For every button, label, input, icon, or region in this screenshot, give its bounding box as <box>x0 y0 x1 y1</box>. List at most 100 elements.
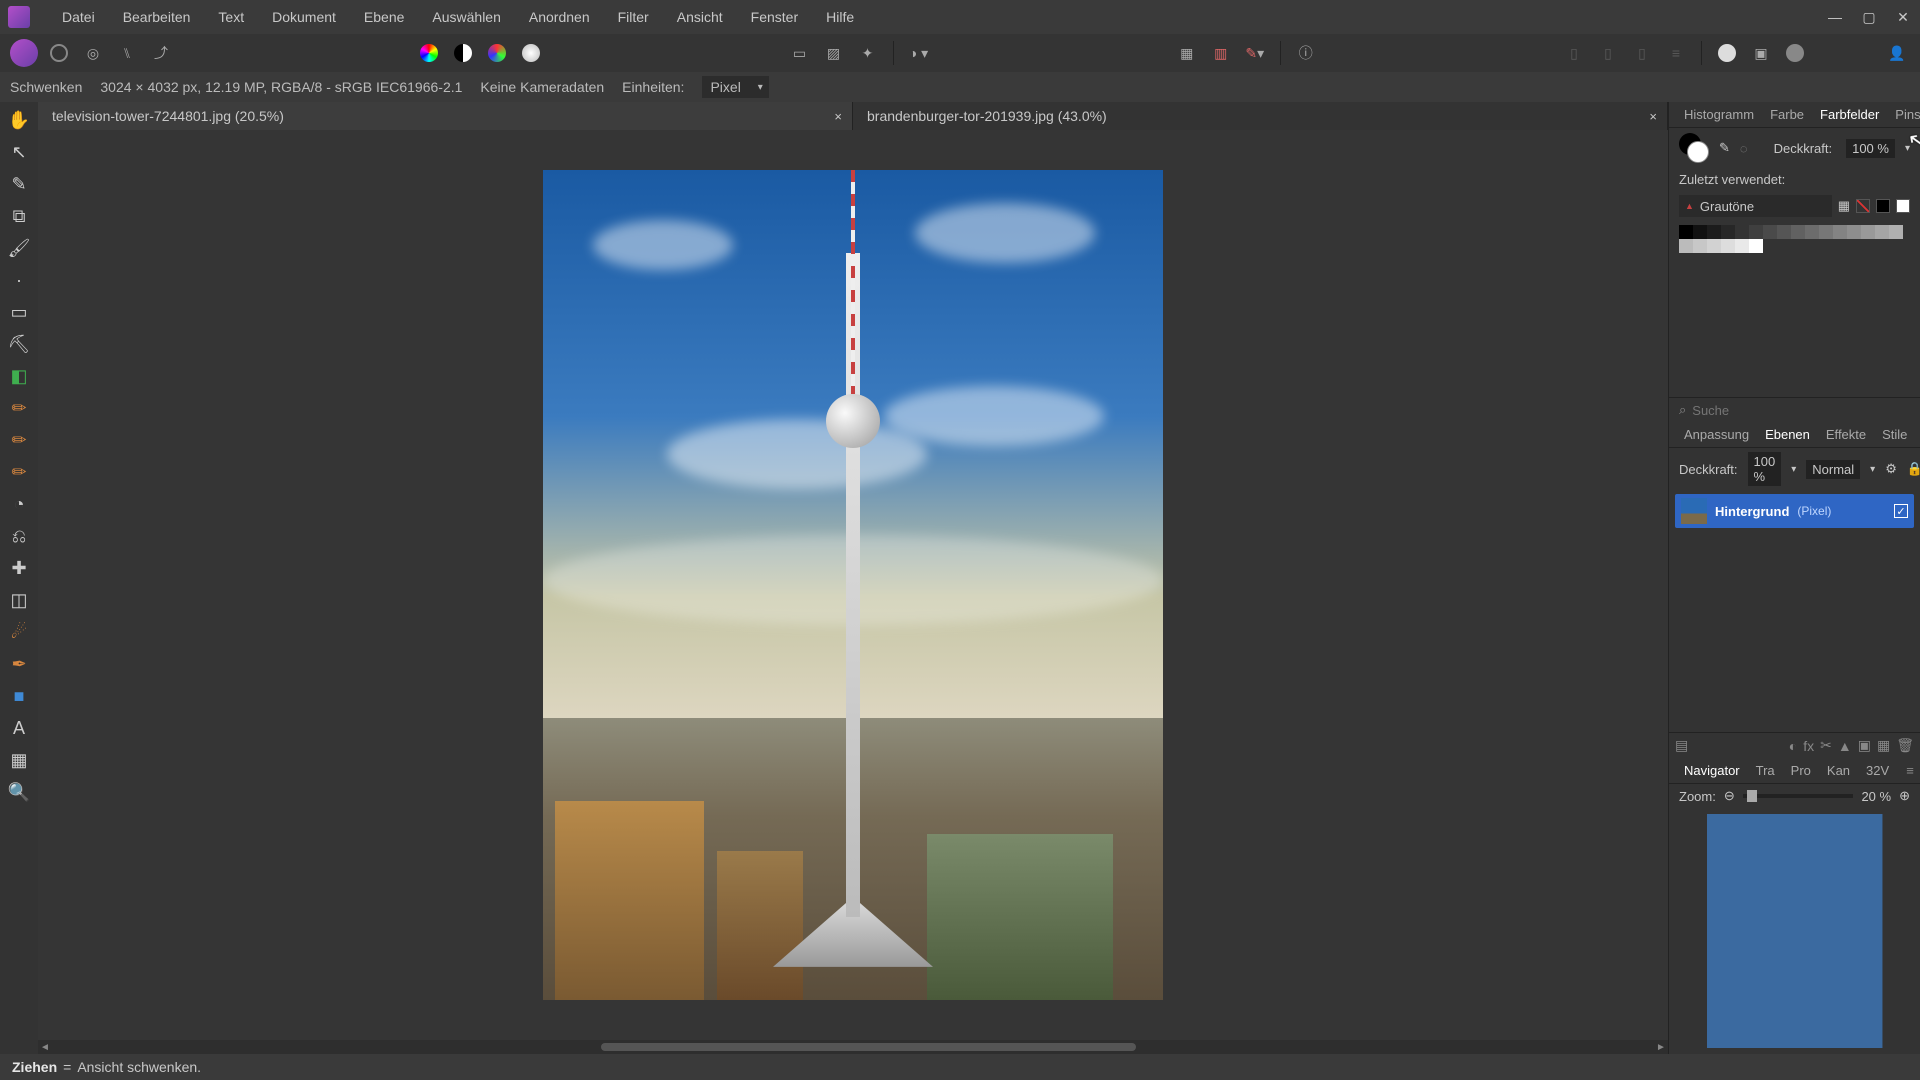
layer-row[interactable]: Hintergrund (Pixel) ✓ <box>1675 494 1914 528</box>
rgb-circle-icon[interactable] <box>484 40 510 66</box>
swatch[interactable] <box>1833 225 1847 239</box>
assistant-icon[interactable]: ⓘ <box>1293 40 1319 66</box>
blur-tool[interactable]: ◔ <box>7 492 31 516</box>
burn-tool[interactable]: ✏ <box>7 396 31 420</box>
layer-tabs-stock[interactable]: Stock <box>1916 427 1920 442</box>
zoom-tool[interactable]: 🔍 <box>7 780 31 804</box>
text-tool[interactable]: A <box>7 716 31 740</box>
crop-tool[interactable]: ⧉ <box>7 204 31 228</box>
zoom-in-icon[interactable]: ⊕ <box>1899 788 1910 804</box>
menu-datei[interactable]: Datei <box>48 0 109 34</box>
quick-mask-icon[interactable]: ✦ <box>855 40 881 66</box>
swatch[interactable] <box>1707 225 1721 239</box>
shape-tool[interactable]: ■ <box>7 684 31 708</box>
swatch[interactable] <box>1735 239 1749 253</box>
no-fill-swatch[interactable] <box>1856 199 1870 213</box>
swatch[interactable] <box>1763 225 1777 239</box>
swatch[interactable] <box>1707 239 1721 253</box>
point-tool[interactable]: · <box>7 268 31 292</box>
mask-icon[interactable]: ▤ <box>1675 737 1688 754</box>
flood-tool[interactable]: ⛏ <box>7 332 31 356</box>
nav-tabs-menu-icon[interactable]: ≡ <box>1898 763 1920 778</box>
selection-invert-icon[interactable]: ▨ <box>821 40 847 66</box>
export-persona-icon[interactable]: ⤴ <box>148 40 174 66</box>
menu-filter[interactable]: Filter <box>604 0 663 34</box>
view-hand-tool[interactable]: ✋ <box>7 108 31 132</box>
document-tab-1[interactable]: television-tower-7244801.jpg (20.5%) × <box>38 102 853 130</box>
menu-text[interactable]: Text <box>204 0 258 34</box>
window-close[interactable]: ✕ <box>1886 0 1920 34</box>
menu-bearbeiten[interactable]: Bearbeiten <box>109 0 205 34</box>
white-swatch[interactable] <box>1896 199 1910 213</box>
menu-ebene[interactable]: Ebene <box>350 0 418 34</box>
palette-dropdown[interactable]: Grautöne <box>1679 195 1832 217</box>
swatch[interactable] <box>1735 225 1749 239</box>
swatch[interactable] <box>1679 225 1693 239</box>
sync-circle-icon[interactable] <box>1714 40 1740 66</box>
layer-visibility-checkbox[interactable]: ✓ <box>1894 504 1908 518</box>
selection-mode-icon[interactable]: ▭ <box>787 40 813 66</box>
liquify-persona-icon[interactable] <box>46 40 72 66</box>
black-swatch[interactable] <box>1876 199 1890 213</box>
swatch[interactable] <box>1875 225 1889 239</box>
navigator-preview[interactable] <box>1707 814 1883 1048</box>
sponge-tool[interactable]: ✏ <box>7 460 31 484</box>
clone-tool[interactable]: ⎌ <box>7 524 31 548</box>
document-tab-2[interactable]: brandenburger-tor-201939.jpg (43.0%) × <box>853 102 1668 130</box>
split-view-icon[interactable]: ▥ <box>1208 40 1234 66</box>
swatch[interactable] <box>1679 239 1693 253</box>
globe-icon[interactable] <box>1782 40 1808 66</box>
crop-layer-icon[interactable]: ✂ <box>1820 737 1832 754</box>
swatch[interactable] <box>1819 225 1833 239</box>
layer-tabs-ebenen[interactable]: Ebenen <box>1758 427 1817 442</box>
live-filter-icon[interactable]: ▲ <box>1838 738 1852 754</box>
gear-icon[interactable]: ⚙ <box>1885 461 1897 477</box>
align-right-icon[interactable]: ▯ <box>1629 40 1655 66</box>
swatch[interactable] <box>1889 225 1903 239</box>
horizontal-scrollbar[interactable]: ◄► <box>38 1040 1668 1054</box>
develop-persona-icon[interactable]: ◎ <box>80 40 106 66</box>
delete-layer-icon[interactable]: 🗑 <box>1896 737 1914 754</box>
align-center-icon[interactable]: ▯ <box>1595 40 1621 66</box>
nav-tabs-pro[interactable]: Pro <box>1784 763 1818 778</box>
window-minimize[interactable]: — <box>1818 0 1852 34</box>
tone-map-persona-icon[interactable]: ⑊ <box>114 40 140 66</box>
close-tab-icon[interactable]: × <box>834 109 842 124</box>
grid-view-icon[interactable]: ▦ <box>1174 40 1200 66</box>
layer-tabs-anpassung[interactable]: Anpassung <box>1677 427 1756 442</box>
nav-tabs-32v[interactable]: 32V <box>1859 763 1896 778</box>
pen-tool[interactable]: ✒ <box>7 652 31 676</box>
smudge-tool[interactable]: ☄ <box>7 620 31 644</box>
zoom-out-icon[interactable]: ⊖ <box>1724 788 1735 804</box>
menu-fenster[interactable]: Fenster <box>737 0 812 34</box>
menu-auswählen[interactable]: Auswählen <box>418 0 515 34</box>
swatch[interactable] <box>1847 225 1861 239</box>
layer-tabs-effekte[interactable]: Effekte <box>1819 427 1873 442</box>
soft-circle-icon[interactable] <box>518 40 544 66</box>
dodge-tool[interactable]: ✏ <box>7 428 31 452</box>
palette-grid-icon[interactable]: ▦ <box>1838 198 1850 214</box>
mask-dropdown-icon[interactable]: ◑ ▾ <box>906 40 932 66</box>
menu-hilfe[interactable]: Hilfe <box>812 0 868 34</box>
close-tab-icon[interactable]: × <box>1649 109 1657 124</box>
fx-icon[interactable]: fx <box>1803 738 1814 754</box>
nav-tabs-navigator[interactable]: Navigator <box>1677 763 1747 778</box>
color-tabs-farbe[interactable]: Farbe <box>1763 107 1811 122</box>
color-wheel-icon[interactable] <box>416 40 442 66</box>
opacity-dropdown-icon[interactable]: ▾ <box>1905 143 1910 154</box>
snap-dropdown-icon[interactable]: ✎ ▾ <box>1242 40 1268 66</box>
color-tabs-farbfelder[interactable]: Farbfelder <box>1813 107 1886 122</box>
heal-tool[interactable]: ✚ <box>7 556 31 580</box>
canvas-area[interactable] <box>38 130 1668 1040</box>
swatch[interactable] <box>1861 225 1875 239</box>
align-left-icon[interactable]: ▯ <box>1561 40 1587 66</box>
menu-anordnen[interactable]: Anordnen <box>515 0 604 34</box>
color-tabs-pinsel[interactable]: Pinsel <box>1888 107 1920 122</box>
menu-dokument[interactable]: Dokument <box>258 0 350 34</box>
eraser-tool[interactable]: ◫ <box>7 588 31 612</box>
zoom-slider[interactable] <box>1743 794 1854 798</box>
swatch[interactable] <box>1805 225 1819 239</box>
lock-icon[interactable]: 🔒 <box>1907 461 1920 477</box>
nav-tabs-kan[interactable]: Kan <box>1820 763 1857 778</box>
account-icon[interactable]: 👤 <box>1884 40 1910 66</box>
